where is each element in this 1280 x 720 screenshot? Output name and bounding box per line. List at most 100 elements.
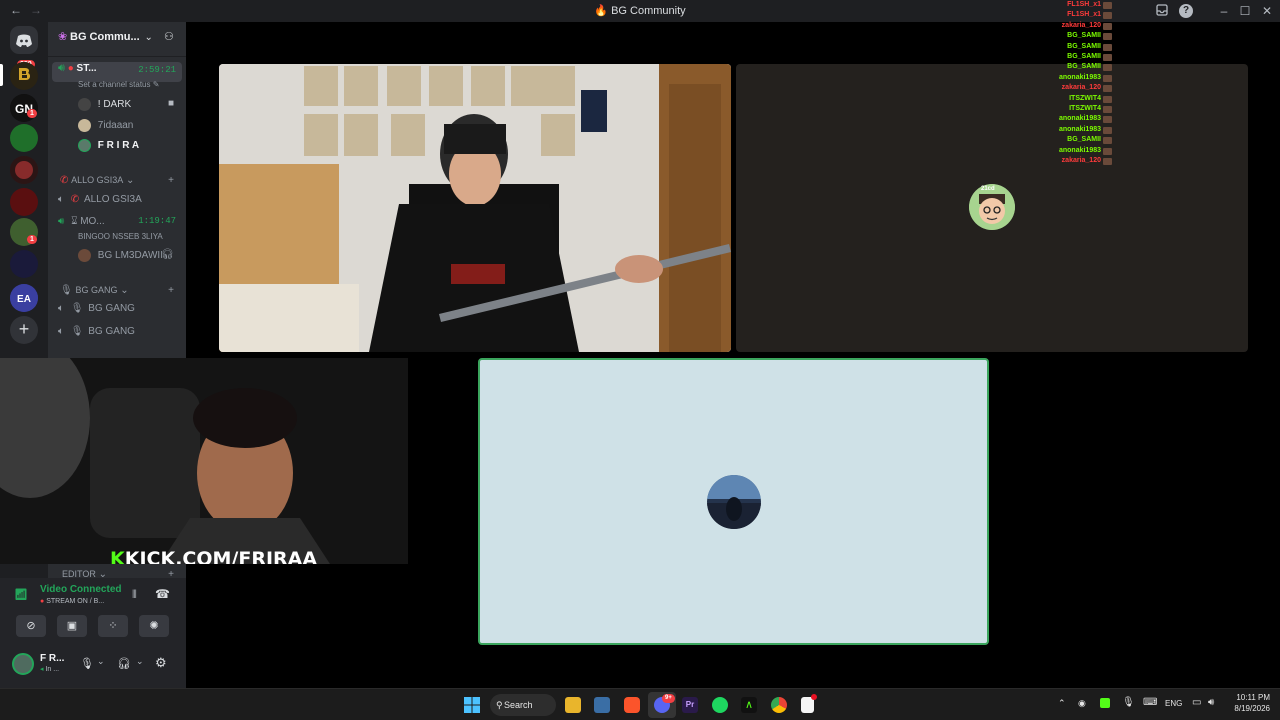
member-name: 7idaaan xyxy=(97,120,134,132)
member-row[interactable]: BG LM3DAWII 🎧︎ xyxy=(48,249,186,262)
minimize-icon[interactable]: – xyxy=(1217,4,1231,18)
camera-icon: ■ xyxy=(167,98,174,109)
live-dot-icon: ● xyxy=(67,63,74,74)
category-allo[interactable]: ✆ ALLO GSI3A ⌄ + xyxy=(48,175,186,186)
chat-emote-icon xyxy=(1103,137,1112,145)
stream-channel-name: ST... xyxy=(76,63,97,74)
user-panel: F R... ◂ In ... 🎙︎ ⌄ 🎧︎ ⌄ ⚙ xyxy=(0,645,186,688)
add-server-icon[interactable]: + xyxy=(10,316,38,344)
avatar xyxy=(78,98,91,111)
channel-subtext: BINGOO NSSEB 3LIYA xyxy=(78,232,163,241)
windows-start-icon[interactable] xyxy=(464,697,480,713)
chevron-down-icon: ⌄ xyxy=(120,285,129,296)
chat-username: BG_SAMII xyxy=(1067,42,1101,50)
chrome-icon[interactable] xyxy=(771,697,787,713)
user-status-line: ◂ In ... xyxy=(40,665,59,673)
server-dark-icon[interactable] xyxy=(10,250,38,278)
server-green-icon[interactable] xyxy=(10,124,38,152)
member-row[interactable]: F R I R A xyxy=(48,139,186,152)
header-divider xyxy=(48,56,186,57)
connection-icon[interactable]: 📶︎ xyxy=(14,588,28,601)
taskbar: ⚲ Search 9+ Pr ∧ ⌃ ◉ 🎙︎ ⌨ ENG ▭ 🔊︎ 10:11… xyxy=(0,688,1280,720)
chat-emote-icon xyxy=(1103,158,1112,165)
add-member-icon[interactable]: ⚇ xyxy=(164,30,174,43)
tray-keyboard-icon[interactable]: ⌨ xyxy=(1143,697,1157,708)
server-noire-icon[interactable] xyxy=(10,156,38,184)
tray-app-icon[interactable]: ◉ xyxy=(1078,698,1086,709)
chevron-down-icon[interactable]: ⌄ xyxy=(136,656,144,667)
chevron-down-icon: ⌄ xyxy=(144,32,153,43)
add-channel-icon[interactable]: + xyxy=(168,285,174,296)
live-dot-icon: ● xyxy=(40,598,45,605)
channel-status-hint[interactable]: Set a channel status ✎ xyxy=(48,80,186,89)
help-icon[interactable]: ? xyxy=(1179,4,1193,18)
tray-mic-icon[interactable]: 🎙︎ xyxy=(1122,697,1135,708)
chat-emote-icon xyxy=(1103,12,1112,20)
tray-volume-icon[interactable]: 🔊︎ xyxy=(1208,697,1214,708)
member-name: BG LM3DAWII xyxy=(97,250,163,262)
server-red-logo-icon[interactable] xyxy=(10,188,38,216)
kick-app-icon[interactable]: ∧ xyxy=(741,697,757,713)
spotify-icon[interactable] xyxy=(712,697,728,713)
video-tile-avatar[interactable]: 21cd xyxy=(736,64,1248,352)
chat-username: anonaki1983 xyxy=(1058,115,1101,123)
soundboard-button[interactable]: ✺ xyxy=(139,615,169,637)
video-tile-focused[interactable] xyxy=(478,358,989,645)
phone-icon: ✆ xyxy=(60,175,69,186)
chat-message: anonaki1983 xyxy=(1045,74,1112,82)
taskbar-search[interactable]: ⚲ Search xyxy=(490,694,556,716)
chat-username: BG_SAMII xyxy=(1067,63,1101,71)
chevron-down-icon[interactable]: ⌄ xyxy=(97,656,105,667)
camera-off-icon: ⊘ xyxy=(26,620,36,632)
file-explorer-icon[interactable] xyxy=(565,697,581,713)
chat-message: zakaria_120 xyxy=(1045,22,1112,30)
chat-username: BG_SAMII xyxy=(1067,136,1101,144)
channel-mo[interactable]: 🔊︎ ⌛︎ MO... 1:19:47 xyxy=(48,216,186,227)
member-row[interactable]: ! DARK ■ xyxy=(48,98,186,111)
server-name: BG Commu... xyxy=(70,31,140,43)
settings-gear-icon[interactable]: ⚙ xyxy=(155,655,167,671)
discord-home-icon[interactable] xyxy=(10,26,38,54)
screen-share-button[interactable]: ▣ xyxy=(57,615,87,637)
activities-button[interactable]: ⁘ xyxy=(98,615,128,637)
tray-language[interactable]: ENG xyxy=(1165,699,1182,708)
chat-message: BG_SAMII xyxy=(1045,42,1112,51)
tray-display-icon[interactable]: ▭ xyxy=(1192,697,1201,708)
mic-icon[interactable]: 🎙︎ xyxy=(80,657,94,670)
member-row[interactable]: 7idaaan xyxy=(48,119,186,132)
stream-timer: 2:59:21 xyxy=(138,65,176,75)
tray-kick-icon[interactable] xyxy=(1100,698,1110,708)
tray-clock[interactable]: 10:11 PM 8/19/2026 xyxy=(1226,692,1270,714)
brave-icon[interactable] xyxy=(624,697,640,713)
headphones-icon[interactable]: 🎧︎ xyxy=(117,657,131,670)
server-header[interactable]: ❀ BG Commu... ⌄ ⚇ xyxy=(48,30,186,50)
category-bg-gang[interactable]: 🎙︎ BG GANG ⌄ + xyxy=(48,285,186,296)
camera-off-button[interactable]: ⊘ xyxy=(16,615,46,637)
avatar[interactable] xyxy=(12,653,34,675)
server-ea-icon[interactable]: EA xyxy=(10,284,38,312)
video-tile-stream[interactable] xyxy=(219,64,731,352)
maximize-icon[interactable]: ☐ xyxy=(1238,4,1252,18)
add-channel-icon[interactable]: + xyxy=(168,175,174,186)
chat-message: BG_SAMII xyxy=(1045,63,1112,72)
chat-username: ITSZWIT4 xyxy=(1069,105,1101,112)
close-icon[interactable]: ✕ xyxy=(1260,4,1274,18)
video-connected-label[interactable]: Video Connected xyxy=(40,584,122,595)
channel-allo[interactable]: 🔈︎ ✆ ALLO GSI3A xyxy=(48,194,186,205)
channel-stream[interactable]: 🔊︎ ● ST... 2:59:21 xyxy=(52,62,182,82)
server-bg-community-icon[interactable] xyxy=(10,62,38,90)
hangup-icon[interactable]: ☎ xyxy=(155,587,170,601)
inbox-icon[interactable] xyxy=(1155,4,1169,18)
app-icon[interactable] xyxy=(594,697,610,713)
channel-bg-gang-2[interactable]: 🔈︎ 🎙︎ BG GANG xyxy=(48,326,186,337)
noise-icon[interactable]: ⦀ xyxy=(132,589,137,602)
chat-emote-icon xyxy=(1103,33,1112,41)
voice-sub-line: ● STREAM ON / B... xyxy=(40,598,104,605)
tray-chevron-icon[interactable]: ⌃ xyxy=(1058,698,1066,709)
kick-logo-icon: K xyxy=(110,548,125,564)
premiere-icon[interactable]: Pr xyxy=(682,697,698,713)
member-name: ! DARK xyxy=(97,99,132,111)
chat-emote-icon xyxy=(1103,22,1112,30)
user-name[interactable]: F R... xyxy=(40,653,64,664)
channel-bg-gang-1[interactable]: 🔈︎ 🎙︎ BG GANG xyxy=(48,303,186,314)
